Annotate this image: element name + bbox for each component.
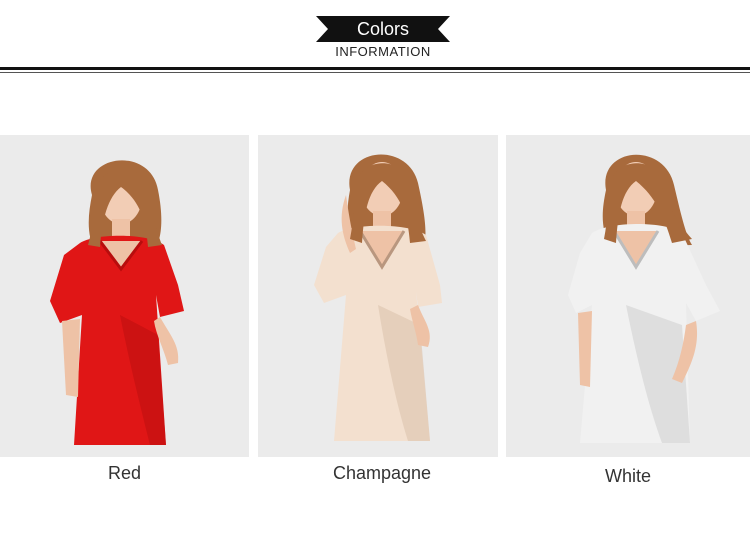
model-figure [50,160,184,445]
banner-title: Colors [356,19,409,39]
model-figure [568,154,720,443]
header-divider [0,67,750,70]
banner-subtitle: INFORMATION [335,44,431,59]
header-divider-thin [0,72,750,73]
product-image-red[interactable] [0,135,249,457]
product-image-white[interactable] [506,135,750,457]
color-label-red: Red [107,463,142,483]
color-label-champagne: Champagne [332,463,432,483]
model-figure [314,154,442,441]
color-label-white: White [604,466,651,486]
section-header: Colors INFORMATION [0,0,750,74]
colors-banner: Colors [316,16,450,42]
product-image-champagne[interactable] [258,135,498,457]
